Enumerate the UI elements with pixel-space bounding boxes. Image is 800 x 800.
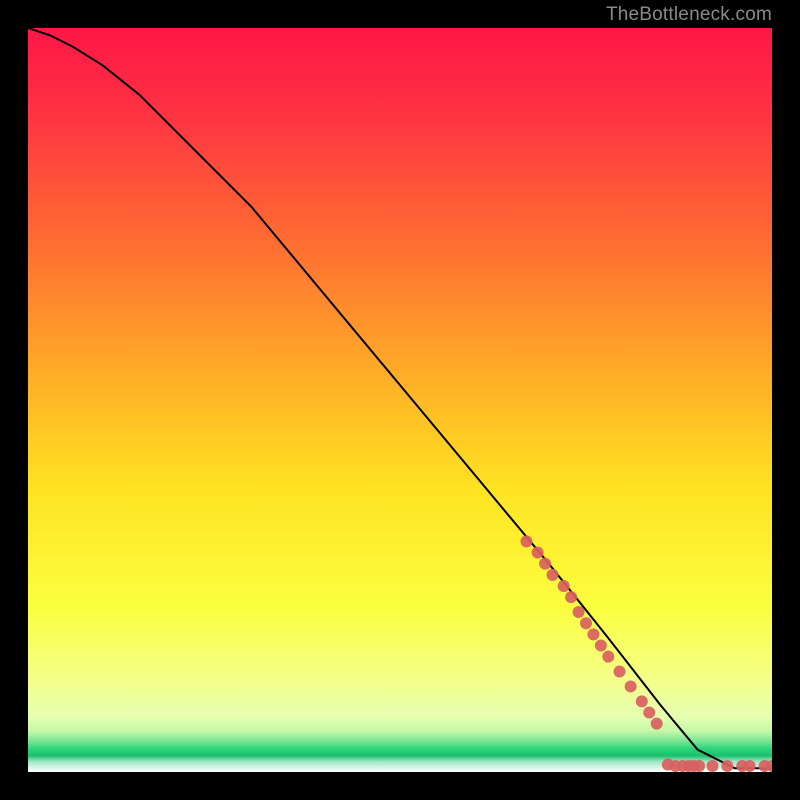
chart-plot-area <box>28 28 772 772</box>
chart-background-gradient <box>28 28 772 772</box>
attribution-text: TheBottleneck.com <box>606 4 772 26</box>
